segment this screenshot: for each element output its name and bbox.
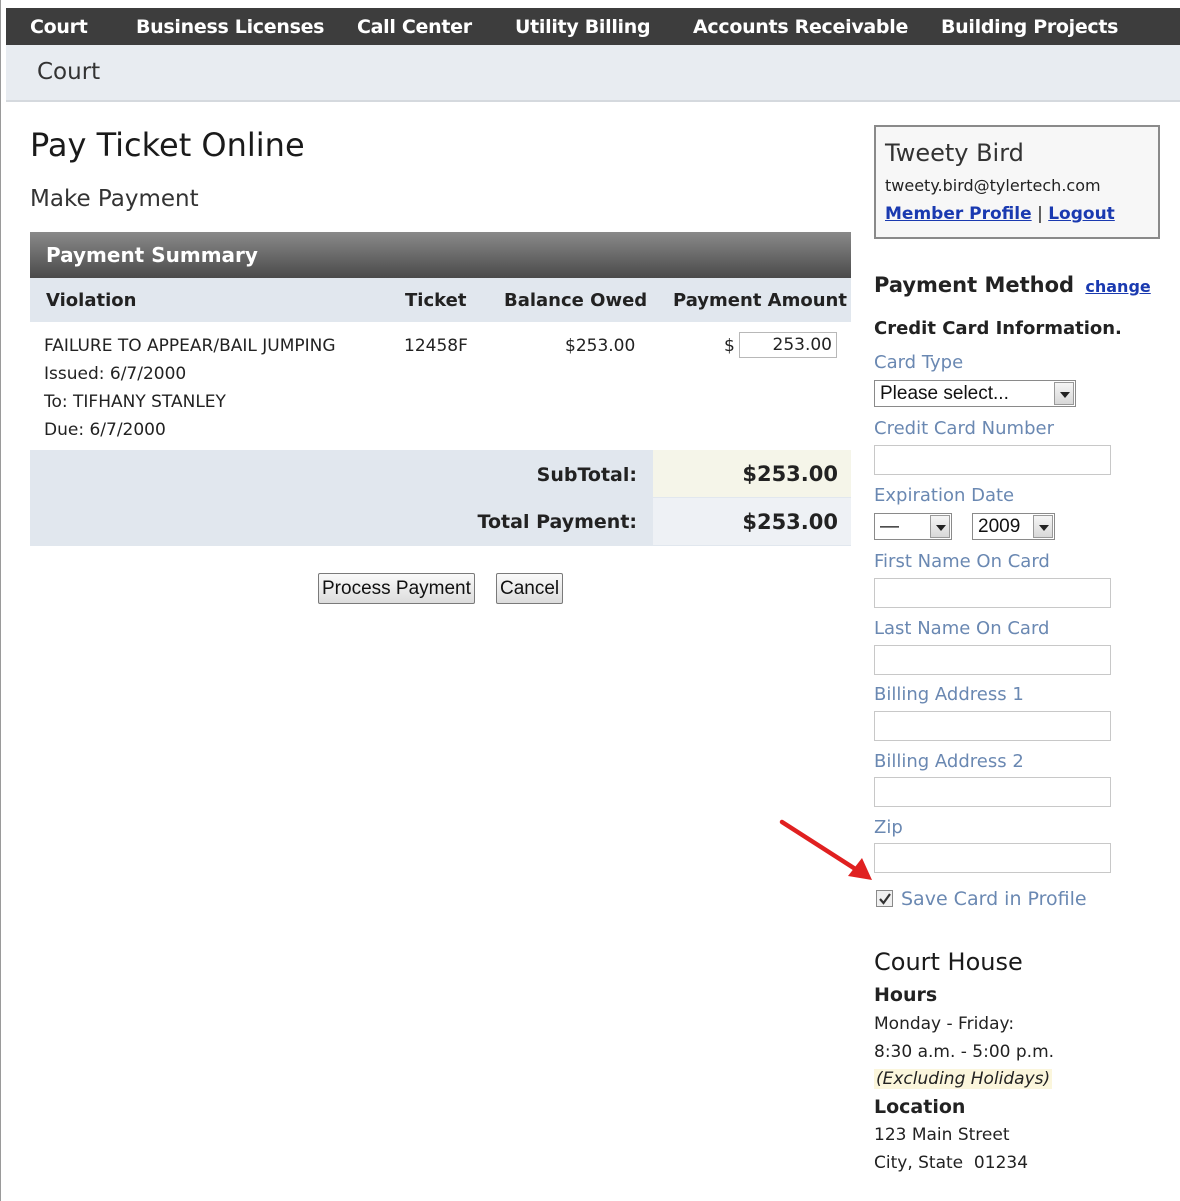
breadcrumb: Court (37, 59, 101, 85)
address-city: City, State 01234 (874, 1153, 1029, 1173)
card-number-label: Credit Card Number (874, 418, 1054, 439)
nav-call-center[interactable]: Call Center (357, 16, 472, 38)
court-house-title: Court House (874, 948, 1023, 976)
col-violation: Violation (46, 290, 137, 311)
nav-utility-billing[interactable]: Utility Billing (515, 16, 651, 38)
first-name-input[interactable] (874, 578, 1111, 608)
page-title: Pay Ticket Online (30, 126, 305, 164)
location-label: Location (874, 1096, 966, 1118)
payment-amount-input[interactable] (739, 332, 837, 358)
subtotal-cell: $253.00 (653, 450, 851, 497)
card-type-value: Please select... (880, 383, 1009, 404)
subtotal-label: SubTotal: (536, 464, 637, 486)
table-row: FAILURE TO APPEAR/BAIL JUMPING Issued: 6… (30, 322, 851, 450)
summary-header: Payment Summary (30, 232, 851, 278)
total-value: $253.00 (742, 510, 838, 534)
ticket-number: 12458F (404, 336, 468, 356)
card-number-input[interactable] (874, 445, 1111, 475)
checkmark-icon (879, 893, 891, 905)
expiration-year-select[interactable]: 2009 (972, 513, 1055, 540)
payment-method-heading: Payment Method change (874, 273, 1151, 297)
billing-address1-label: Billing Address 1 (874, 684, 1024, 705)
expiration-year-value: 2009 (978, 516, 1021, 537)
top-nav: Court Business Licenses Call Center Util… (6, 8, 1180, 45)
user-panel: Tweety Bird tweety.bird@tylertech.com Me… (874, 125, 1160, 239)
zip-label: Zip (874, 817, 903, 838)
change-link[interactable]: change (1085, 277, 1150, 296)
expiration-label: Expiration Date (874, 485, 1015, 506)
address-street: 123 Main Street (874, 1125, 1010, 1145)
logout-link[interactable]: Logout (1048, 204, 1115, 224)
last-name-input[interactable] (874, 645, 1111, 675)
totals-section: SubTotal: $253.00 Total Payment: $253.00 (30, 450, 851, 546)
chevron-down-icon[interactable] (1033, 515, 1053, 538)
annotation-arrow-icon (779, 819, 872, 880)
billing-address1-input[interactable] (874, 711, 1111, 741)
issued-date: Issued: 6/7/2000 (44, 364, 187, 384)
hours-time: 8:30 a.m. - 5:00 p.m. (874, 1042, 1055, 1062)
nav-accounts-receivable[interactable]: Accounts Receivable (693, 16, 908, 38)
summary-heading: Payment Summary (46, 243, 258, 267)
user-links: Member Profile | Logout (885, 204, 1115, 224)
balance-owed: $253.00 (565, 336, 636, 356)
currency-symbol: $ (724, 336, 735, 356)
chevron-down-icon[interactable] (930, 515, 950, 538)
holidays-note: (Excluding Holidays) (874, 1069, 1053, 1089)
subtotal-value: $253.00 (742, 462, 838, 486)
violation-text: FAILURE TO APPEAR/BAIL JUMPING (44, 336, 336, 356)
card-type-select[interactable]: Please select... (874, 380, 1076, 407)
issued-to: To: TIFHANY STANLEY (44, 392, 226, 412)
col-ticket: Ticket (405, 290, 467, 311)
cancel-button[interactable]: Cancel (496, 573, 564, 604)
link-separator: | (1037, 204, 1043, 224)
member-profile-link[interactable]: Member Profile (885, 204, 1032, 224)
user-name: Tweety Bird (885, 139, 1024, 167)
billing-address2-label: Billing Address 2 (874, 751, 1024, 772)
last-name-label: Last Name On Card (874, 618, 1050, 639)
page-subtitle: Make Payment (30, 186, 199, 212)
summary-columns: Violation Ticket Balance Owed Payment Am… (30, 278, 851, 322)
chevron-down-icon[interactable] (1054, 382, 1074, 405)
payment-method-title: Payment Method (874, 273, 1075, 297)
holidays-note-row: (Excluding Holidays) (874, 1069, 1053, 1089)
payment-summary: Payment Summary Violation Ticket Balance… (30, 232, 851, 546)
due-date: Due: 6/7/2000 (44, 420, 166, 440)
col-payment-amount: Payment Amount (673, 290, 847, 311)
zip-input[interactable] (874, 843, 1111, 873)
hours-label: Hours (874, 984, 938, 1006)
col-balance-owed: Balance Owed (504, 290, 648, 311)
nav-building-projects[interactable]: Building Projects (941, 16, 1119, 38)
save-card-checkbox[interactable] (876, 890, 893, 907)
expiration-month-select[interactable]: — (874, 513, 952, 540)
total-label: Total Payment: (477, 511, 637, 533)
first-name-label: First Name On Card (874, 551, 1050, 572)
hours-days: Monday - Friday: (874, 1014, 1015, 1034)
expiration-month-value: — (880, 516, 899, 537)
card-type-label: Card Type (874, 352, 964, 373)
process-payment-button[interactable]: Process Payment (318, 573, 475, 604)
total-cell: $253.00 (653, 498, 851, 545)
nav-court[interactable]: Court (30, 16, 88, 38)
breadcrumb-bar: Court (6, 45, 1180, 102)
save-card-label: Save Card in Profile (901, 888, 1087, 910)
credit-card-section-title: Credit Card Information. (874, 318, 1122, 339)
billing-address2-input[interactable] (874, 777, 1111, 807)
user-email: tweety.bird@tylertech.com (885, 176, 1101, 195)
nav-business-licenses[interactable]: Business Licenses (136, 16, 324, 38)
